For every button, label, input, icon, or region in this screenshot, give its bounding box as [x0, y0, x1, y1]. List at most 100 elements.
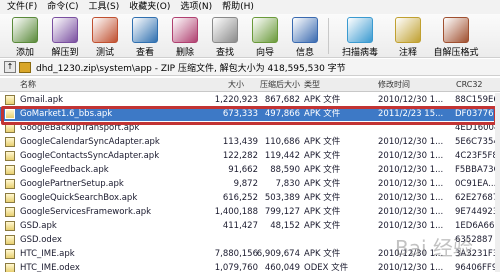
- file-modified: 2010/12/30 1...: [378, 193, 444, 203]
- file-crc: 5E6C7354: [455, 137, 497, 147]
- file-row[interactable]: HTC_IME.odex 1,079,760 460,049 ODEX 文件 2010/…: [0, 261, 500, 272]
- file-row[interactable]: Gmail.apk 1,220,923 867,682 APK 文件 2010/12/3…: [0, 93, 500, 107]
- file-type: APK 文件: [304, 165, 341, 175]
- menu-item[interactable]: 文件(F): [2, 0, 42, 14]
- file-crc: 1ED6A66E: [455, 221, 497, 231]
- file-name: GSD.apk: [20, 221, 57, 231]
- file-icon: [5, 95, 15, 105]
- file-packed: 119,442: [264, 151, 300, 161]
- file-type: APK 文件: [304, 151, 341, 161]
- toolbar-button[interactable]: 信息: [286, 14, 324, 58]
- file-row[interactable]: GoogleContactsSyncAdapter.apk 122,282 119,…: [0, 149, 500, 163]
- test-icon: [92, 17, 118, 43]
- file-crc: 62E27687: [455, 193, 497, 203]
- column-header-crc[interactable]: CRC32: [456, 78, 483, 92]
- file-row[interactable]: GSD.apk 411,427 48,152 APK 文件 2010/12/30 1..…: [0, 219, 500, 233]
- file-icon: [5, 151, 15, 161]
- up-folder-icon[interactable]: ↑: [4, 61, 16, 73]
- column-header-size[interactable]: 大小: [228, 78, 244, 92]
- file-icon: [5, 207, 15, 217]
- vertical-scrollbar[interactable]: [495, 93, 500, 272]
- column-header-type[interactable]: 类型: [304, 78, 320, 92]
- file-type: APK 文件: [304, 137, 341, 147]
- file-icon: [5, 193, 15, 203]
- archive-path: dhd_1230.zip\system\app - ZIP 压缩文件, 解包大小…: [36, 63, 346, 74]
- file-crc: 96406FF9: [455, 263, 497, 272]
- extract-to-icon: [52, 17, 78, 43]
- toolbar-button[interactable]: 解压到: [46, 14, 84, 58]
- file-icon: [5, 137, 15, 147]
- file-modified: 2010/12/30 1...: [378, 165, 444, 175]
- file-row[interactable]: GoogleQuickSearchBox.apk 616,252 503,389 AP…: [0, 191, 500, 205]
- toolbar-button-label: 查看: [135, 48, 154, 58]
- toolbar-button-label: 添加: [15, 48, 34, 58]
- toolbar-button-label: 测试: [95, 48, 114, 58]
- menu-item[interactable]: 帮助(H): [217, 0, 259, 14]
- file-modified: 2010/12/30 1...: [378, 221, 444, 231]
- file-icon: [5, 179, 15, 189]
- file-name: Gmail.apk: [20, 95, 64, 105]
- file-name: GoogleContactsSyncAdapter.apk: [20, 151, 160, 161]
- wizard-icon: [252, 17, 278, 43]
- file-icon: [5, 165, 15, 175]
- toolbar-button-label: 向导: [255, 48, 274, 58]
- menu-item[interactable]: 命令(C): [42, 0, 83, 14]
- file-modified: 2010/12/30 1...: [378, 179, 444, 189]
- column-header-name[interactable]: 名称: [20, 78, 36, 92]
- file-packed: 460,049: [264, 263, 300, 272]
- file-row[interactable]: GoogleServicesFramework.apk 1,400,188 799,…: [0, 205, 500, 219]
- file-row[interactable]: GoogleCalendarSyncAdapter.apk 113,439 110,…: [0, 135, 500, 149]
- file-type: APK 文件: [304, 249, 341, 259]
- address-bar: ↑ dhd_1230.zip\system\app - ZIP 压缩文件, 解包…: [0, 59, 500, 76]
- file-name: GoogleQuickSearchBox.apk: [20, 193, 138, 203]
- toolbar-button[interactable]: 向导: [246, 14, 284, 58]
- file-packed: 7,830: [275, 179, 300, 189]
- toolbar-button[interactable]: 自解压格式: [429, 14, 483, 58]
- file-crc: F5BBA73C: [455, 165, 497, 175]
- toolbar-button-label: 扫描病毒: [341, 48, 378, 58]
- file-name: GooglePartnerSetup.apk: [20, 179, 124, 189]
- menu-item[interactable]: 工具(S): [84, 0, 125, 14]
- menu-item[interactable]: 选项(N): [175, 0, 217, 14]
- file-name: GSD.odex: [20, 235, 62, 245]
- column-header-modified[interactable]: 修改时间: [378, 78, 410, 92]
- toolbar-button-label: 注释: [398, 48, 417, 58]
- toolbar-button[interactable]: 测试: [86, 14, 124, 58]
- file-modified: 2010/12/30 1...: [378, 137, 444, 147]
- file-packed: 88,590: [270, 165, 300, 175]
- file-row[interactable]: GooglePartnerSetup.apk 9,872 7,830 APK 文件 20…: [0, 177, 500, 191]
- file-modified: 2010/12/30 1...: [378, 95, 444, 105]
- file-icon: [5, 235, 15, 245]
- file-name: GoogleCalendarSyncAdapter.apk: [20, 137, 160, 147]
- file-crc: 4C23F5F8: [455, 151, 497, 161]
- toolbar-button[interactable]: 删除: [166, 14, 204, 58]
- toolbar-button[interactable]: 注释: [389, 14, 427, 58]
- toolbar-button[interactable]: 扫描病毒: [333, 14, 387, 58]
- file-row[interactable]: GoogleFeedback.apk 91,662 88,590 APK 文件 2010…: [0, 163, 500, 177]
- menu-bar: 文件(F) 命令(C) 工具(S) 收藏夹(O) 选项(N) 帮助(H): [0, 0, 500, 14]
- file-icon: [5, 221, 15, 231]
- file-packed: 48,152: [270, 221, 300, 231]
- file-type: APK 文件: [304, 193, 341, 203]
- toolbar-button-label: 自解压格式: [433, 48, 479, 58]
- file-packed: 110,686: [264, 137, 300, 147]
- file-modified: 2010/12/30 1...: [378, 151, 444, 161]
- column-header-packed[interactable]: 压缩后大小: [260, 78, 300, 92]
- toolbar-button-label: 查找: [215, 48, 234, 58]
- file-modified: 2010/12/30 1...: [378, 207, 444, 217]
- file-modified: 2010/12/30 1...: [378, 263, 444, 272]
- find-icon: [212, 17, 238, 43]
- view-icon: [132, 17, 158, 43]
- file-name: HTC_IME.odex: [20, 263, 80, 272]
- toolbar-separator: [328, 18, 329, 54]
- file-type: APK 文件: [304, 95, 341, 105]
- toolbar-button[interactable]: 添加: [6, 14, 44, 58]
- file-name: HTC_IME.apk: [20, 249, 75, 259]
- toolbar-button[interactable]: 查看: [126, 14, 164, 58]
- add-archive-icon: [12, 17, 38, 43]
- file-type: APK 文件: [304, 221, 341, 231]
- delete-icon: [172, 17, 198, 43]
- comment-icon: [395, 17, 421, 43]
- toolbar-button[interactable]: 查找: [206, 14, 244, 58]
- menu-item[interactable]: 收藏夹(O): [124, 0, 175, 14]
